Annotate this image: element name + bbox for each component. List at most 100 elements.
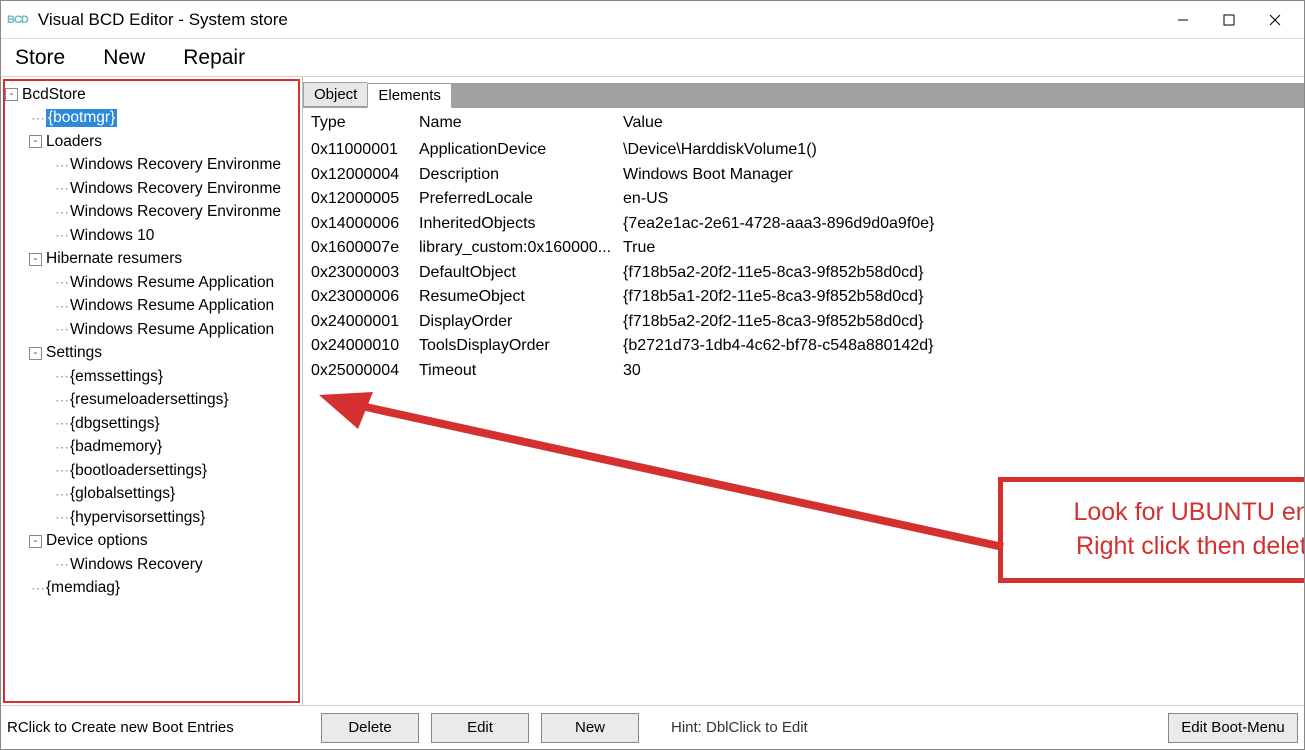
grid-row[interactable]: 0x23000003DefaultObject{f718b5a2-20f2-11… [311, 261, 1296, 286]
footer-hint: Hint: DblClick to Edit [671, 719, 808, 736]
tree-node-label: {memdiag} [46, 579, 120, 597]
tree-node[interactable]: ⋯ {hypervisorsettings} [5, 506, 298, 530]
tree-node[interactable]: - Hibernate resumers [5, 248, 298, 272]
maximize-button[interactable] [1206, 5, 1252, 35]
cell-name: ApplicationDevice [419, 141, 623, 159]
edit-button[interactable]: Edit [431, 713, 529, 743]
tree-node[interactable]: ⋯ {resumeloadersettings} [5, 389, 298, 413]
tree-node[interactable]: ⋯ {dbgsettings} [5, 412, 298, 436]
grid-row[interactable]: 0x23000006ResumeObject{f718b5a1-20f2-11e… [311, 285, 1296, 310]
bcd-tree[interactable]: - BcdStore⋯{bootmgr}- Loaders⋯ Windows R… [3, 79, 300, 703]
tree-node[interactable]: ⋯ Windows Resume Application [5, 295, 298, 319]
grid-row[interactable]: 0x12000005PreferredLocaleen-US [311, 187, 1296, 212]
tree-node-label: {dbgsettings} [70, 415, 160, 433]
tree-node-label: {globalsettings} [70, 485, 175, 503]
tree-node-label: {hypervisorsettings} [70, 509, 205, 527]
tree-node[interactable]: ⋯ Windows Recovery Environme [5, 177, 298, 201]
tree-node-label: Windows Recovery Environme [70, 203, 281, 221]
tabstrip-rest [452, 83, 1304, 107]
collapse-icon[interactable]: - [29, 253, 42, 266]
cell-type: 0x1600007e [311, 239, 419, 257]
app-window: BCD Visual BCD Editor - System store Sto… [0, 0, 1305, 750]
tree-node-label: {bootmgr} [46, 109, 117, 127]
tree-connector-icon: ⋯ [55, 204, 68, 221]
tree-node[interactable]: ⋯ Windows Resume Application [5, 271, 298, 295]
menu-store[interactable]: Store [9, 46, 71, 70]
tree-connector-icon: ⋯ [55, 368, 68, 385]
grid-row[interactable]: 0x24000001DisplayOrder{f718b5a2-20f2-11e… [311, 310, 1296, 335]
grid-row[interactable]: 0x14000006InheritedObjects{7ea2e1ac-2e61… [311, 212, 1296, 237]
grid-row[interactable]: 0x12000004DescriptionWindows Boot Manage… [311, 163, 1296, 188]
cell-name: library_custom:0x160000... [419, 239, 623, 257]
cell-type: 0x23000003 [311, 264, 419, 282]
col-header-value[interactable]: Value [623, 114, 1296, 132]
col-header-type[interactable]: Type [311, 114, 419, 132]
cell-value: {f718b5a2-20f2-11e5-8ca3-9f852b58d0cd} [623, 264, 1296, 282]
tree-node[interactable]: ⋯ Windows 10 [5, 224, 298, 248]
tree-node[interactable]: ⋯ {bootloadersettings} [5, 459, 298, 483]
tree-node[interactable]: ⋯ Windows Recovery [5, 553, 298, 577]
tree-node[interactable]: ⋯ {emssettings} [5, 365, 298, 389]
cell-value: \Device\HarddiskVolume1() [623, 141, 1296, 159]
new-button[interactable]: New [541, 713, 639, 743]
tree-node[interactable]: ⋯{bootmgr} [5, 107, 298, 131]
tree-connector-icon: ⋯ [55, 462, 68, 479]
tree-node-label: Windows Recovery Environme [70, 180, 281, 198]
titlebar: BCD Visual BCD Editor - System store [1, 1, 1304, 39]
tree-node[interactable]: ⋯ {badmemory} [5, 436, 298, 460]
cell-type: 0x25000004 [311, 362, 419, 380]
tree-connector-icon: ⋯ [55, 321, 68, 338]
tree-panel: - BcdStore⋯{bootmgr}- Loaders⋯ Windows R… [1, 77, 303, 705]
tree-node[interactable]: - Loaders [5, 130, 298, 154]
cell-value: Windows Boot Manager [623, 166, 1296, 184]
tree-connector-icon: ⋯ [55, 509, 68, 526]
callout-line2: Right click then delete it [1025, 530, 1304, 564]
collapse-icon[interactable]: - [29, 535, 42, 548]
menu-repair[interactable]: Repair [177, 46, 251, 70]
tree-node[interactable]: ⋯ Windows Resume Application [5, 318, 298, 342]
tree-connector-icon: ⋯ [55, 556, 68, 573]
menu-new[interactable]: New [97, 46, 151, 70]
cell-name: Description [419, 166, 623, 184]
tree-node-label: Settings [46, 344, 102, 362]
collapse-icon[interactable]: - [29, 347, 42, 360]
tabstrip: Object Elements [303, 79, 1304, 107]
cell-value: en-US [623, 190, 1296, 208]
tree-connector-icon: ⋯ [31, 580, 44, 597]
tab-object[interactable]: Object [303, 82, 367, 107]
delete-button[interactable]: Delete [321, 713, 419, 743]
collapse-icon[interactable]: - [5, 88, 18, 101]
col-header-name[interactable]: Name [419, 114, 623, 132]
cell-type: 0x11000001 [311, 141, 419, 159]
collapse-icon[interactable]: - [29, 135, 42, 148]
close-button[interactable] [1252, 5, 1298, 35]
tab-elements[interactable]: Elements [367, 83, 452, 108]
tree-node[interactable]: ⋯ {memdiag} [5, 577, 298, 601]
cell-value: 30 [623, 362, 1296, 380]
tree-connector-icon: ⋯ [55, 274, 68, 291]
edit-boot-menu-button[interactable]: Edit Boot-Menu [1168, 713, 1298, 743]
cell-value: {f718b5a2-20f2-11e5-8ca3-9f852b58d0cd} [623, 313, 1296, 331]
tree-connector-icon: ⋯ [55, 227, 68, 244]
grid-row[interactable]: 0x25000004Timeout30 [311, 359, 1296, 384]
tree-node[interactable]: ⋯ {globalsettings} [5, 483, 298, 507]
tree-node[interactable]: - BcdStore [5, 83, 298, 107]
app-icon: BCD [7, 14, 28, 26]
cell-name: PreferredLocale [419, 190, 623, 208]
tree-connector-icon: ⋯ [55, 415, 68, 432]
grid-row[interactable]: 0x1600007elibrary_custom:0x160000...True [311, 236, 1296, 261]
cell-type: 0x24000001 [311, 313, 419, 331]
cell-type: 0x24000010 [311, 337, 419, 355]
tree-node-label: Windows Recovery Environme [70, 156, 281, 174]
minimize-button[interactable] [1160, 5, 1206, 35]
tree-node-label: Windows Recovery [70, 556, 203, 574]
tree-node-label: {emssettings} [70, 368, 163, 386]
tree-node[interactable]: - Device options [5, 530, 298, 554]
tree-connector-icon: ⋯ [55, 180, 68, 197]
tree-node[interactable]: ⋯ Windows Recovery Environme [5, 154, 298, 178]
grid-row[interactable]: 0x11000001ApplicationDevice\Device\Hardd… [311, 138, 1296, 163]
tree-node[interactable]: ⋯ Windows Recovery Environme [5, 201, 298, 225]
grid-row[interactable]: 0x24000010ToolsDisplayOrder{b2721d73-1db… [311, 334, 1296, 359]
tree-node[interactable]: - Settings [5, 342, 298, 366]
cell-type: 0x12000004 [311, 166, 419, 184]
